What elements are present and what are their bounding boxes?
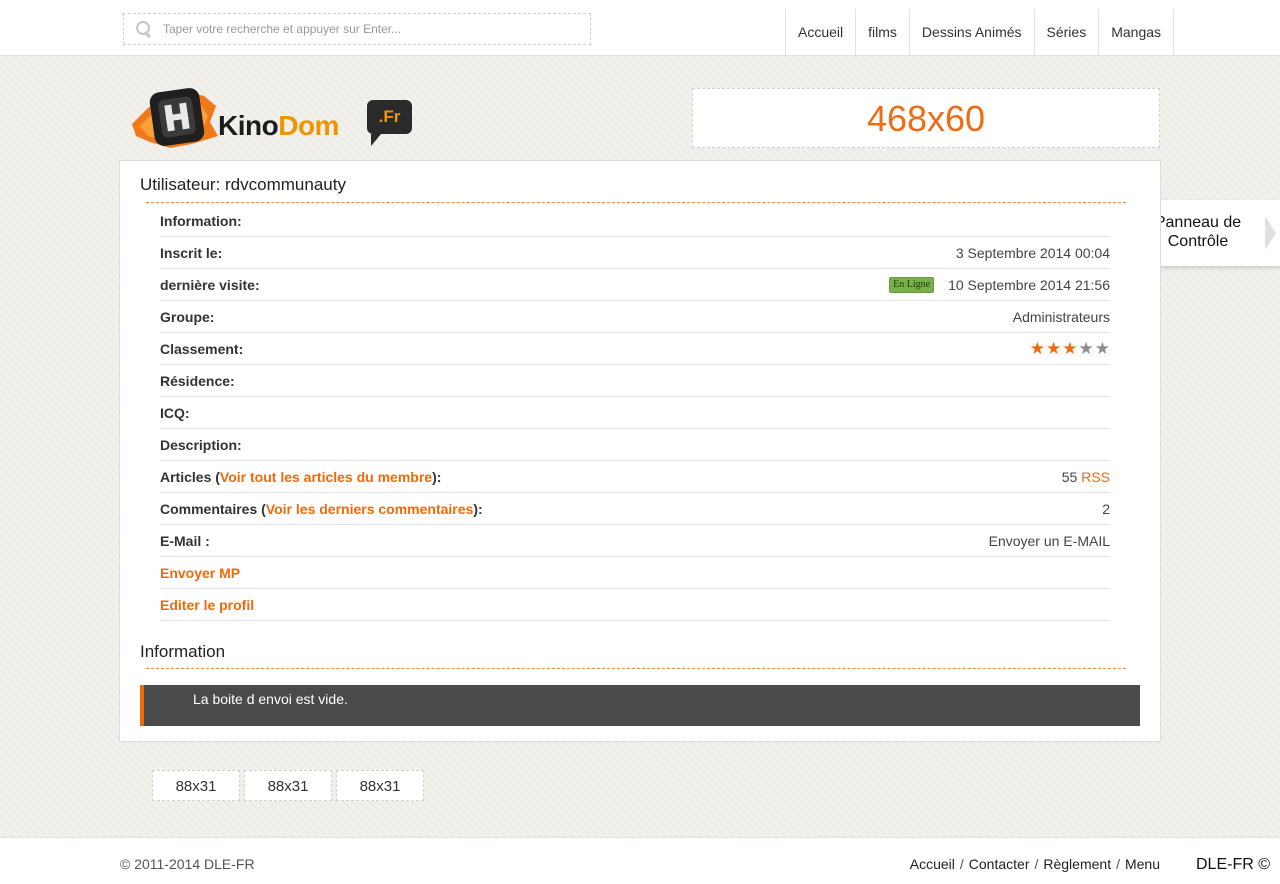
control-panel-tab[interactable]: Panneau de Contrôle <box>1140 200 1280 266</box>
ad-banner-88x31[interactable]: 88x31 <box>152 770 240 801</box>
site-logo[interactable]: KinoDom .Fr <box>130 86 415 152</box>
title-divider <box>146 202 1126 203</box>
edit-profile-link[interactable]: Editer le profil <box>160 597 254 613</box>
search-box[interactable] <box>123 13 591 45</box>
row-group: Groupe: Administrateurs <box>160 301 1110 333</box>
star-filled-icon[interactable]: ★ <box>1062 340 1077 357</box>
comments-count: 2 <box>1102 500 1110 517</box>
send-pm-link[interactable]: Envoyer MP <box>160 565 240 581</box>
row-label: Groupe: <box>160 308 215 325</box>
footer: © 2011-2014 DLE-FR Accueil / Contacter / Règ… <box>0 837 1280 884</box>
profile-title: Utilisateur: rdvcommunauty <box>140 175 346 194</box>
row-label: Commentaires (Voir les derniers commenta… <box>160 500 483 517</box>
group-link[interactable]: Administrateurs <box>1013 309 1110 325</box>
footer-link-accueil[interactable]: Accueil <box>910 856 955 872</box>
row-label: ICQ: <box>160 404 190 421</box>
row-description: Description: <box>160 429 1110 461</box>
row-label: Inscrit le: <box>160 244 223 261</box>
rss-link[interactable]: RSS <box>1081 469 1110 485</box>
footer-links: Accueil / Contacter / Règlement / Menu <box>909 856 1160 872</box>
top-bar: Accueil films Dessins Animés Séries Mang… <box>0 0 1280 56</box>
info-section-title: Information <box>140 642 226 661</box>
registered-date: 3 Septembre 2014 00:04 <box>955 244 1110 261</box>
star-filled-icon[interactable]: ★ <box>1030 340 1045 357</box>
profile-rows: Information: Inscrit le: 3 Septembre 201… <box>160 205 1110 621</box>
nav-films[interactable]: films <box>855 9 909 56</box>
ad-banner-88x31[interactable]: 88x31 <box>336 770 424 801</box>
nav-mangas[interactable]: Mangas <box>1098 9 1175 56</box>
search-input[interactable] <box>163 22 590 36</box>
view-comments-link[interactable]: Voir les derniers commentaires <box>266 501 474 517</box>
info-message: La boite d envoi est vide. <box>140 685 1140 726</box>
row-registered: Inscrit le: 3 Septembre 2014 00:04 <box>160 237 1110 269</box>
nav-accueil[interactable]: Accueil <box>785 9 855 56</box>
row-information: Information: <box>160 205 1110 237</box>
row-label: Description: <box>160 436 242 453</box>
footer-brand: DLE-FR © <box>1195 856 1270 873</box>
row-label: dernière visite: <box>160 276 260 293</box>
star-empty-icon[interactable]: ★ <box>1079 340 1094 357</box>
row-residence: Résidence: <box>160 365 1110 397</box>
profile-panel: Utilisateur: rdvcommunauty Information: … <box>119 160 1161 742</box>
footer-link-contacter[interactable]: Contacter <box>969 856 1030 872</box>
row-label: Résidence: <box>160 372 235 389</box>
search-icon <box>135 20 153 38</box>
nav-dessins-animes[interactable]: Dessins Animés <box>908 9 1034 56</box>
chevron-right-icon <box>1265 216 1276 250</box>
row-label: E-Mail : <box>160 532 210 549</box>
last-visit-date: 10 Septembre 2014 21:56 <box>948 276 1110 293</box>
mini-banners: 88x31 88x31 88x31 <box>152 770 424 801</box>
row-last-visit: dernière visite: En Ligne 10 Septembre 2… <box>160 269 1110 301</box>
row-articles: Articles (Voir tout les articles du memb… <box>160 461 1110 493</box>
articles-count: 55 <box>1061 468 1078 485</box>
star-filled-icon[interactable]: ★ <box>1046 340 1061 357</box>
row-email: E-Mail : Envoyer un E-MAIL <box>160 525 1110 557</box>
view-articles-link[interactable]: Voir tout les articles du membre <box>220 469 432 485</box>
footer-link-menu[interactable]: Menu <box>1125 856 1160 872</box>
copyright: © 2011-2014 DLE-FR <box>120 856 255 872</box>
rating-stars: ★ ★ ★ ★ ★ <box>1030 340 1110 357</box>
row-label: Information: <box>160 212 242 229</box>
logo-emblem-icon <box>132 88 218 148</box>
send-email-link[interactable]: Envoyer un E-MAIL <box>989 533 1110 549</box>
ad-banner-468x60[interactable]: 468x60 <box>692 88 1160 148</box>
row-edit-profile: Editer le profil <box>160 589 1110 621</box>
logo-wordmark: KinoDom <box>218 110 339 141</box>
logo-fr-badge: .Fr <box>367 100 412 146</box>
row-label: Classement: <box>160 340 244 357</box>
footer-link-reglement[interactable]: Règlement <box>1043 856 1111 872</box>
main-nav: Accueil films Dessins Animés Séries Mang… <box>785 9 1175 56</box>
row-rating: Classement: ★ ★ ★ ★ ★ <box>160 333 1110 365</box>
row-send-pm: Envoyer MP <box>160 557 1110 589</box>
star-empty-icon[interactable]: ★ <box>1095 340 1110 357</box>
row-icq: ICQ: <box>160 397 1110 429</box>
row-comments: Commentaires (Voir les derniers commenta… <box>160 493 1110 525</box>
info-divider <box>146 668 1126 669</box>
online-status-badge: En Ligne <box>889 276 935 293</box>
nav-series[interactable]: Séries <box>1033 9 1099 56</box>
row-label: Articles (Voir tout les articles du memb… <box>160 468 442 485</box>
ad-banner-88x31[interactable]: 88x31 <box>244 770 332 801</box>
